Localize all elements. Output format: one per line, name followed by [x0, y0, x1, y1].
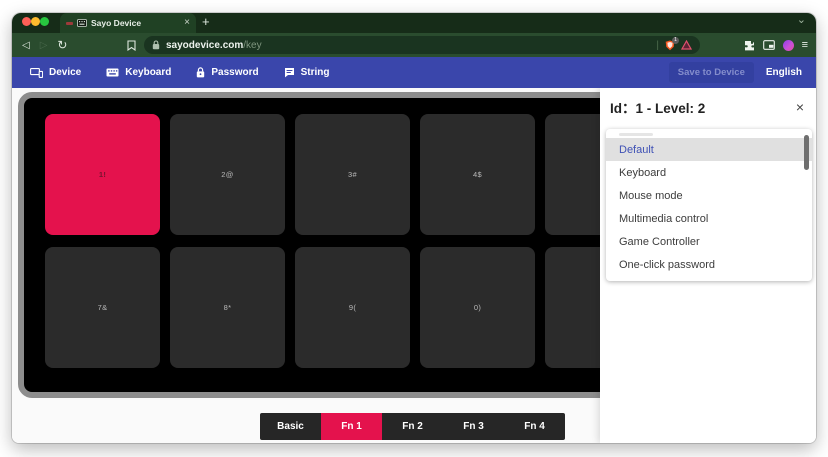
- option-mouse-mode[interactable]: Mouse mode: [606, 184, 812, 207]
- pip-icon[interactable]: [763, 40, 775, 50]
- nav-item-label: Device: [49, 67, 81, 78]
- key-8[interactable]: 8*: [170, 247, 285, 368]
- save-to-device-button[interactable]: Save to Device: [669, 62, 754, 83]
- option-game-controller[interactable]: Game Controller: [606, 230, 812, 253]
- key-3[interactable]: 3#: [295, 114, 410, 235]
- url-host: sayodevice.com: [166, 40, 243, 51]
- nav-item-device[interactable]: Device: [30, 67, 81, 78]
- panel-title: Id：1 - Level: 2: [610, 97, 705, 117]
- tab-fn3[interactable]: Fn 3: [443, 413, 504, 440]
- urlbar-separator: |: [656, 40, 659, 51]
- warning-triangle-icon[interactable]: [681, 40, 692, 50]
- option-keyboard[interactable]: Keyboard: [606, 161, 812, 184]
- new-tab-button[interactable]: +: [202, 14, 210, 29]
- address-bar[interactable]: sayodevice.com/key | 1: [144, 36, 700, 54]
- nav-item-keyboard[interactable]: Keyboard: [106, 67, 171, 78]
- extensions-puzzle-icon[interactable]: [744, 40, 755, 51]
- profile-avatar[interactable]: [783, 40, 794, 51]
- forward-icon[interactable]: ▷: [40, 40, 48, 51]
- key-mode-list: Default Keyboard Mouse mode Multimedia c…: [606, 129, 812, 281]
- favicon-dash: [66, 22, 73, 25]
- key-settings-panel: Id：1 - Level: 2 × Default Keyboard Mouse…: [600, 88, 816, 443]
- url-path: /key: [243, 40, 261, 51]
- browser-tab[interactable]: Sayo Device ×: [60, 13, 196, 33]
- browser-toolbar: ◁ ▷ ↻ sayodevice.com/key | 1: [12, 33, 816, 57]
- window-minimize-button[interactable]: [31, 17, 40, 26]
- key-0[interactable]: 0): [420, 247, 535, 368]
- devices-icon: [30, 68, 43, 78]
- nav-item-string[interactable]: String: [284, 67, 330, 78]
- browser-window: Sayo Device × + ⌄ ◁ ▷ ↻ sayodevice.com/k…: [12, 13, 816, 443]
- scrollbar-thumb[interactable]: [804, 135, 809, 170]
- back-icon[interactable]: ◁: [22, 40, 30, 51]
- bookmark-icon[interactable]: [127, 40, 136, 51]
- reload-icon[interactable]: ↻: [57, 38, 67, 52]
- page-content: 1! 2@ 3# 4$ 7& 8* 9( 0) Basic Fn 1 Fn 2 …: [12, 88, 816, 443]
- tab-basic[interactable]: Basic: [260, 413, 321, 440]
- option-one-click-password[interactable]: One-click password: [606, 253, 812, 276]
- nav-item-label: Keyboard: [125, 67, 171, 78]
- option-multimedia-control[interactable]: Multimedia control: [606, 207, 812, 230]
- url-text: sayodevice.com/key: [166, 40, 262, 51]
- layer-tab-bar: Basic Fn 1 Fn 2 Fn 3 Fn 4: [260, 413, 565, 440]
- tab-fn2[interactable]: Fn 2: [382, 413, 443, 440]
- nav-item-label: String: [301, 67, 330, 78]
- brave-shield-icon[interactable]: 1: [665, 40, 675, 51]
- lock-icon: [196, 67, 205, 78]
- close-icon[interactable]: ×: [796, 100, 804, 114]
- key-2[interactable]: 2@: [170, 114, 285, 235]
- tab-title: Sayo Device: [91, 18, 180, 28]
- shield-badge: 1: [672, 37, 679, 44]
- language-selector[interactable]: English: [766, 67, 802, 78]
- keyboard-icon: [106, 68, 119, 77]
- window-close-button[interactable]: [22, 17, 31, 26]
- lock-icon: [152, 40, 160, 50]
- tab-close-icon[interactable]: ×: [184, 18, 190, 28]
- tab-search-chevron-icon[interactable]: ⌄: [797, 13, 806, 26]
- keyboard-favicon-icon: [77, 19, 87, 27]
- tab-fn4[interactable]: Fn 4: [504, 413, 565, 440]
- key-1[interactable]: 1!: [45, 114, 160, 235]
- nav-item-password[interactable]: Password: [196, 67, 258, 78]
- site-nav: Device Keyboard Password String Save to …: [12, 57, 816, 88]
- key-4[interactable]: 4$: [420, 114, 535, 235]
- string-chat-icon: [284, 67, 295, 78]
- tab-fn1[interactable]: Fn 1: [321, 413, 382, 440]
- browser-tab-strip: Sayo Device × + ⌄: [12, 13, 816, 33]
- menu-icon[interactable]: ≡: [802, 39, 808, 51]
- option-default[interactable]: Default: [606, 138, 812, 161]
- key-7[interactable]: 7&: [45, 247, 160, 368]
- key-9[interactable]: 9(: [295, 247, 410, 368]
- nav-item-label: Password: [211, 67, 258, 78]
- window-zoom-button[interactable]: [40, 17, 49, 26]
- clipped-option: [619, 133, 812, 137]
